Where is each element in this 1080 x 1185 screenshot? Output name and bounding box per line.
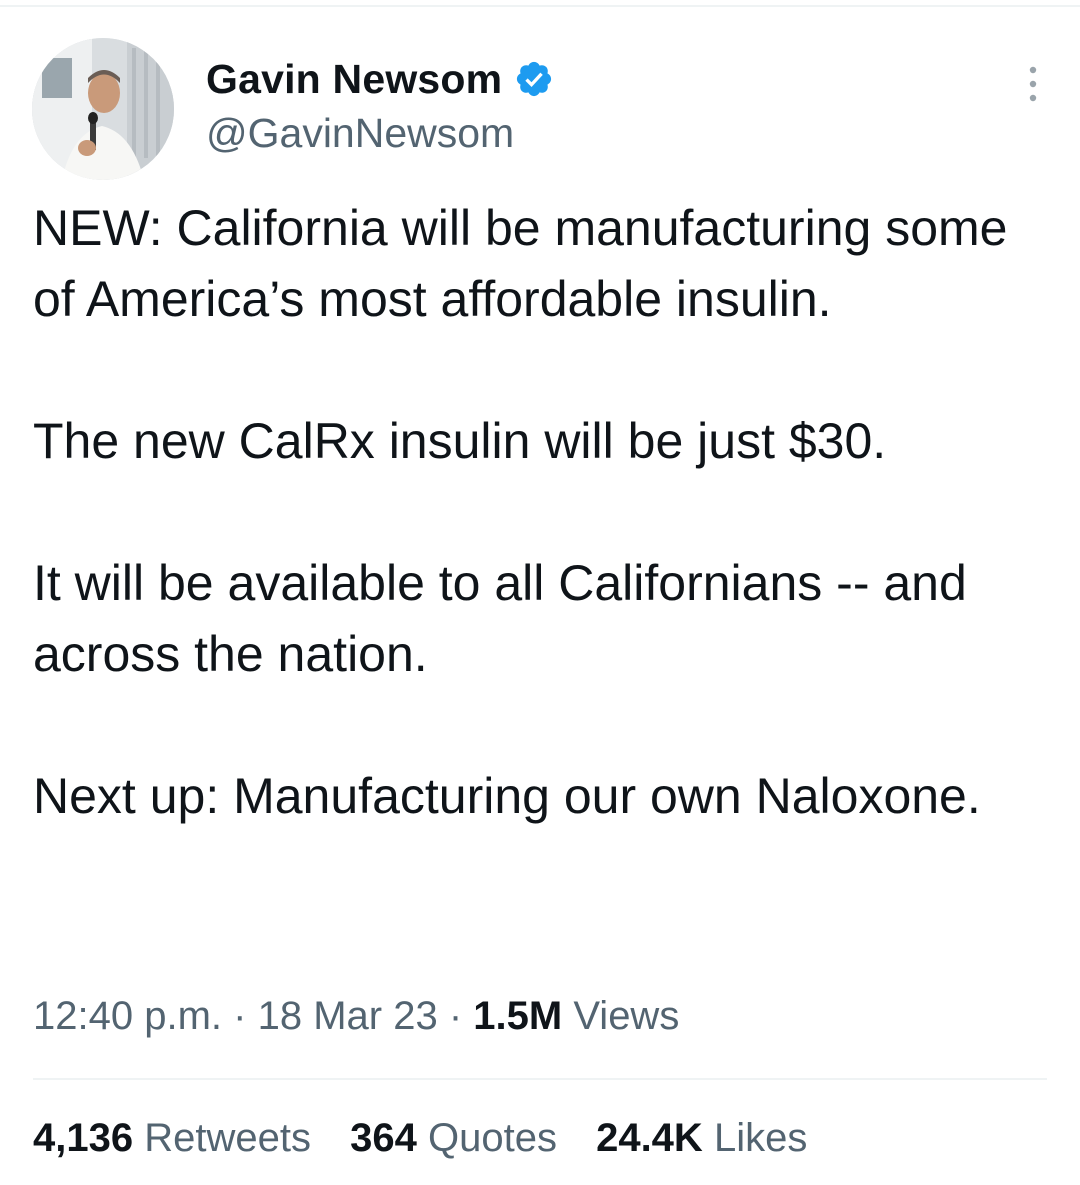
views-count: 1.5M <box>473 994 563 1038</box>
likes-stat[interactable]: 24.4K Likes <box>596 1116 807 1161</box>
meta-separator: · <box>448 994 463 1038</box>
display-name-row: Gavin Newsom <box>206 54 554 104</box>
quotes-label: Quotes <box>427 1116 557 1160</box>
likes-label: Likes <box>713 1116 808 1160</box>
retweets-stat[interactable]: 4,136 Retweets <box>33 1116 311 1161</box>
top-divider <box>0 5 1080 7</box>
meta-separator: · <box>233 994 247 1038</box>
tweet-meta: 12:40 p.m. · 18 Mar 23 · 1.5M Views <box>33 994 679 1039</box>
tweet-header: Gavin Newsom @GavinNewsom <box>32 38 1048 180</box>
engagement-stats: 4,136 Retweets 364 Quotes 24.4K Likes <box>33 1116 835 1161</box>
display-name[interactable]: Gavin Newsom <box>206 56 502 103</box>
tweet-paragraph-3: It will be available to all Californians… <box>33 555 981 682</box>
tweet-time[interactable]: 12:40 p.m. <box>33 994 222 1038</box>
avatar[interactable] <box>32 38 174 180</box>
avatar-photo <box>32 38 174 180</box>
retweets-count: 4,136 <box>33 1116 134 1160</box>
tweet-paragraph-4: Next up: Manufacturing our own Naloxone. <box>33 768 981 824</box>
quotes-count: 364 <box>350 1116 417 1160</box>
author-handle[interactable]: @GavinNewsom <box>206 110 554 157</box>
verified-badge-icon <box>514 59 554 99</box>
more-options-icon[interactable] <box>1026 64 1040 104</box>
tweet-date[interactable]: 18 Mar 23 <box>258 994 438 1038</box>
views-label: Views <box>573 994 680 1038</box>
tweet-paragraph-2: The new CalRx insulin will be just $30. <box>33 413 887 469</box>
author-names: Gavin Newsom @GavinNewsom <box>206 54 554 157</box>
likes-count: 24.4K <box>596 1116 703 1160</box>
quotes-stat[interactable]: 364 Quotes <box>350 1116 557 1161</box>
tweet-text: NEW: California will be manufacturing so… <box>33 193 1033 832</box>
retweets-label: Retweets <box>144 1116 311 1160</box>
tweet-paragraph-1: NEW: California will be manufacturing so… <box>33 200 1022 327</box>
stats-divider <box>33 1078 1047 1080</box>
